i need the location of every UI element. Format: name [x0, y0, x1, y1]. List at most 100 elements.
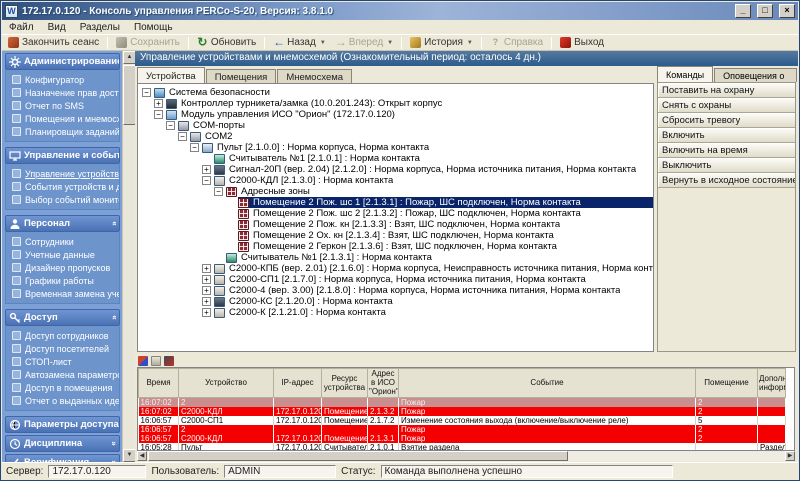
help-button[interactable]: ? Справка [486, 36, 547, 49]
tree-collapse-icon[interactable] [154, 110, 163, 119]
back-dropdown-icon[interactable]: ▼ [320, 40, 326, 46]
close-button[interactable]: × [779, 4, 795, 18]
scrollbar-thumb[interactable] [148, 451, 568, 461]
col-room[interactable]: Помещение [696, 369, 758, 398]
scroll-right-icon[interactable]: ▶ [785, 451, 795, 461]
sidebar-item-device-events[interactable]: События устройств и дейст... [9, 180, 119, 193]
tree-expand-icon[interactable] [202, 275, 211, 284]
sidebar-scrollbar[interactable]: ▲ ▼ [122, 51, 135, 462]
sidebar-item-visitor-access[interactable]: Доступ посетителей [9, 342, 119, 355]
event-row[interactable]: 16:06:57С2000-СП1172.17.0.120Помещение 2… [139, 416, 786, 425]
sidebar-item-employee-access[interactable]: Доступ сотрудников [9, 329, 119, 342]
menu-sections[interactable]: Разделы [73, 21, 127, 34]
forward-button[interactable]: → Вперед ▼ [331, 36, 397, 49]
reset-alarm-button[interactable]: Сбросить тревогу [658, 113, 795, 128]
back-button[interactable]: ← Назад ▼ [269, 36, 330, 49]
event-row[interactable]: 16:06:572Пожар2 [139, 425, 786, 434]
tree-expand-icon[interactable] [202, 297, 211, 306]
tab-event-notifications[interactable]: Оповещения о событиях [714, 68, 797, 82]
tree-collapse-icon[interactable] [190, 143, 199, 152]
tree-expand-icon[interactable] [202, 264, 211, 273]
sidebar-item-employees[interactable]: Сотрудники [9, 235, 119, 248]
menu-help[interactable]: Помощь [127, 21, 180, 34]
tab-devices[interactable]: Устройства [137, 67, 205, 83]
sidebar-item-sms-report[interactable]: Отчет по SMS [9, 99, 119, 112]
sidebar-header-access-params[interactable]: Параметры доступа » [5, 416, 120, 433]
tree-item-s2000-sp1[interactable]: С2000-СП1 [2.1.7.0] : Норма корпуса, Нор… [138, 274, 653, 285]
turn-off-button[interactable]: Выключить [658, 158, 795, 173]
menu-file[interactable]: Файл [2, 21, 41, 34]
event-row[interactable]: 16:06:57С2000-КДЛ172.17.0.120Помещение 2… [139, 434, 786, 443]
tree-collapse-icon[interactable] [202, 176, 211, 185]
history-dropdown-icon[interactable]: ▼ [467, 40, 473, 46]
tree-item-s2000-kdl[interactable]: С2000-КДЛ [2.1.3.0] : Норма контакта [138, 175, 653, 186]
sidebar-item-room-access[interactable]: Доступ в помещения [9, 381, 119, 394]
horizontal-scrollbar[interactable]: ◀ ▶ [137, 451, 795, 461]
turn-on-button[interactable]: Включить [658, 128, 795, 143]
sidebar-item-configurator[interactable]: Конфигуратор [9, 73, 119, 86]
tree-item-com-ports[interactable]: COM-порты [138, 120, 653, 131]
col-orion-address[interactable]: Адрес в ИСО "Орион" [368, 369, 399, 398]
tab-commands[interactable]: Команды [657, 66, 713, 82]
sidebar-header-discipline[interactable]: Дисциплина » [5, 435, 120, 452]
tree-expand-icon[interactable] [202, 308, 211, 317]
col-resource[interactable]: Ресурс устройства [322, 369, 368, 398]
tree-collapse-icon[interactable] [178, 132, 187, 141]
tree-item-s2000-4[interactable]: С2000-4 (вер. 3.00) [2.1.8.0] : Норма ко… [138, 285, 653, 296]
tree-collapse-icon[interactable] [166, 121, 175, 130]
tree-item-turnstile-controller[interactable]: Контроллер турникета/замка (10.0.201.243… [138, 98, 653, 109]
col-ip[interactable]: IP-адрес [274, 369, 322, 398]
turn-on-timed-button[interactable]: Включить на время [658, 143, 795, 158]
sidebar-item-access-rights[interactable]: Назначение прав доступа о... [9, 86, 119, 99]
tree-item-signal20p[interactable]: Сигнал-20П (вер. 2.04) [2.1.2.0] : Норма… [138, 164, 653, 175]
tree-item-zone-fire-btn[interactable]: Помещение 2 Пож. кн [2.1.3.3] : Взят, ШС… [138, 219, 653, 230]
scroll-left-icon[interactable]: ◀ [137, 451, 147, 461]
tree-collapse-icon[interactable] [142, 88, 151, 97]
tree-item-s2000-k[interactable]: С2000-К [2.1.21.0] : Норма контакта [138, 307, 653, 318]
event-row[interactable]: 16:05:28Пульт172.17.0.120Считыватель N2.… [139, 443, 786, 451]
sidebar-item-monitoring-events[interactable]: Выбор событий мониторинга [9, 193, 119, 206]
sidebar-header-verification[interactable]: Верификация » [5, 454, 120, 462]
maximize-button[interactable]: □ [757, 4, 773, 18]
sidebar-item-temp-replacement[interactable]: Временная замена учетных ... [9, 287, 119, 300]
disarm-button[interactable]: Снять с охраны [658, 98, 795, 113]
arm-button[interactable]: Поставить на охрану [658, 83, 795, 98]
tree-item-reader2[interactable]: Считыватель №1 [2.1.3.1] : Норма контакт… [138, 252, 653, 263]
event-row[interactable]: 16:07:022Пожар2 [139, 397, 786, 407]
tree-item-s2000-kpb[interactable]: С2000-КПБ (вер. 2.01) [2.1.6.0] : Норма … [138, 263, 653, 274]
sidebar-header-personnel[interactable]: Персонал » [5, 215, 120, 232]
sidebar-item-task-scheduler[interactable]: Планировщик заданий [9, 125, 119, 138]
print-icon[interactable] [138, 356, 148, 366]
end-session-button[interactable]: Закончить сеанс [4, 36, 103, 49]
export-icon[interactable] [164, 356, 174, 366]
sidebar-item-rooms-mnemo[interactable]: Помещения и мнемосхема [9, 112, 119, 125]
tree-item-pult[interactable]: Пульт [2.1.0.0] : Норма корпуса, Норма к… [138, 142, 653, 153]
sidebar-header-administration[interactable]: Администрирование » [5, 53, 120, 70]
tree-item-security-system[interactable]: Система безопасности [138, 87, 653, 98]
tree-item-reader1[interactable]: Считыватель №1 [2.1.0.1] : Норма контакт… [138, 153, 653, 164]
tree-expand-icon[interactable] [202, 286, 211, 295]
tab-rooms[interactable]: Помещения [206, 69, 277, 83]
sidebar-item-device-management[interactable]: Управление устройствами и... [9, 167, 119, 180]
restore-state-button[interactable]: Вернуть в исходное состояние [658, 173, 795, 188]
event-row[interactable]: 16:07:02С2000-КДЛ172.17.0.120Помещение 2… [139, 407, 786, 416]
sidebar-header-management[interactable]: Управление и события » [5, 147, 120, 164]
sidebar-item-auto-replace[interactable]: Автозамена параметров до... [9, 368, 119, 381]
tree-item-zone-gerkon[interactable]: Помещение 2 Геркон [2.1.3.6] : Взят, ШС … [138, 241, 653, 252]
expand-chevron-icon[interactable]: » [109, 441, 118, 445]
sidebar-item-pass-designer[interactable]: Дизайнер пропусков [9, 261, 119, 274]
refresh-button[interactable]: ↻ Обновить [193, 36, 260, 49]
tab-mnemoscheme[interactable]: Мнемосхема [277, 69, 352, 83]
columns-settings-icon[interactable] [151, 356, 161, 366]
tree-item-zone-fire2[interactable]: Помещение 2 Пож. шс 2 [2.1.3.2] : Пожар,… [138, 208, 653, 219]
col-event[interactable]: Событие [399, 369, 696, 398]
tree-item-s2000-ks[interactable]: С2000-КС [2.1.20.0] : Норма контакта [138, 296, 653, 307]
forward-dropdown-icon[interactable]: ▼ [387, 40, 393, 46]
sidebar-item-stop-list[interactable]: СТОП-лист [9, 355, 119, 368]
tree-item-orion-module[interactable]: Модуль управления ИСО "Орион" (172.17.0.… [138, 109, 653, 120]
col-time[interactable]: Время [139, 369, 179, 398]
sidebar-item-work-schedules[interactable]: Графики работы [9, 274, 119, 287]
collapse-chevron-icon[interactable]: » [109, 221, 118, 225]
history-button[interactable]: История ▼ [406, 36, 477, 49]
menu-view[interactable]: Вид [41, 21, 73, 34]
